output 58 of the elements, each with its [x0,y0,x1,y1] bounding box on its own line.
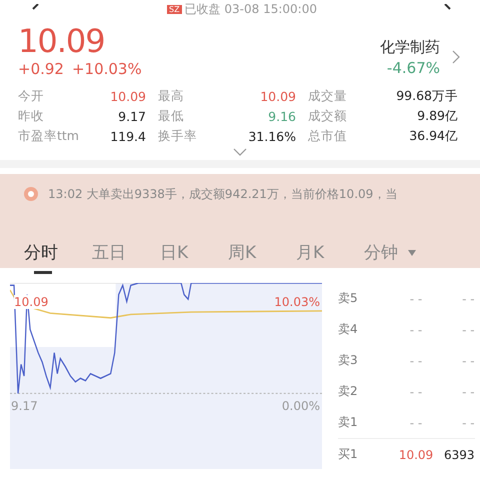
stat-value: 9.17 [118,108,146,124]
sector-name[interactable]: 化学制药 [380,38,440,56]
stat-label: 最高 [158,88,184,104]
stat-label: 总市值 [308,128,347,144]
order-price: 10.09 [398,448,434,462]
order-level: 卖5 [338,290,359,307]
order-volume: - - [461,384,475,398]
stat-label: 成交量 [308,88,347,104]
stat-value: 36.94亿 [409,128,458,144]
order-price: - - [408,354,424,368]
order-volume: - - [461,354,475,368]
order-volume: - - [461,322,475,336]
high-price-label: 10.09 [14,295,48,309]
stat-label: 最低 [158,108,184,124]
order-volume: - - [461,292,475,306]
order-price: - - [408,384,424,398]
sector-change: -4.67% [386,58,440,76]
market-badge: SZ [167,4,182,14]
order-level: 卖4 [338,321,359,338]
stat-value: 9.89亿 [417,108,458,124]
chevron-down-icon[interactable] [233,148,247,156]
chart-tab[interactable]: 五日 [90,241,158,264]
order-price: - - [408,292,424,306]
stat-label: 今开 [18,88,44,104]
stat-value: 99.68万手 [396,88,458,104]
order-level: 卖3 [338,352,359,369]
chart-tab[interactable]: 周K [226,241,294,264]
chart-tab[interactable]: 月K [294,241,362,264]
stat-label: 昨收 [18,108,44,124]
order-price: - - [408,322,424,336]
stock-price: 10.09 [18,24,106,58]
stat-value: 9.16 [268,108,296,124]
percent-change: +10.03% [72,60,142,78]
high-percent-label: 10.03% [274,295,320,309]
order-volume: - - [461,416,475,430]
order-level: 买1 [338,446,359,463]
base-price-label: 9.17 [11,399,38,413]
order-level: 卖2 [338,383,359,400]
stat-label: 成交额 [308,108,347,124]
chart-tab[interactable]: 分钟 [362,241,430,264]
dropdown-caret-icon[interactable] [408,250,416,256]
stat-label: 换手率 [158,128,197,144]
order-volume: 6393 [444,448,475,462]
base-percent-label: 0.00% [282,399,320,413]
market-status: 已收盘 03-08 15:00:00 [184,0,317,18]
bell-icon [24,187,38,201]
chart-tab[interactable]: 分时 [22,241,90,264]
price-change: +0.92 [18,60,64,78]
chevron-right-icon[interactable] [452,50,460,64]
stat-value: 10.09 [110,88,146,104]
stat-value: 10.09 [260,88,296,104]
chart-tab[interactable]: 日K [158,241,226,264]
order-level: 卖1 [338,414,359,431]
news-ticker[interactable]: 13:02 大单卖出9338手，成交额942.21万，当前价格10.09，当 [48,184,438,204]
stat-label: 市盈率ttm [18,128,79,144]
order-price: - - [408,416,424,430]
stat-value: 31.16% [248,128,296,144]
stat-value: 119.4 [110,128,146,144]
